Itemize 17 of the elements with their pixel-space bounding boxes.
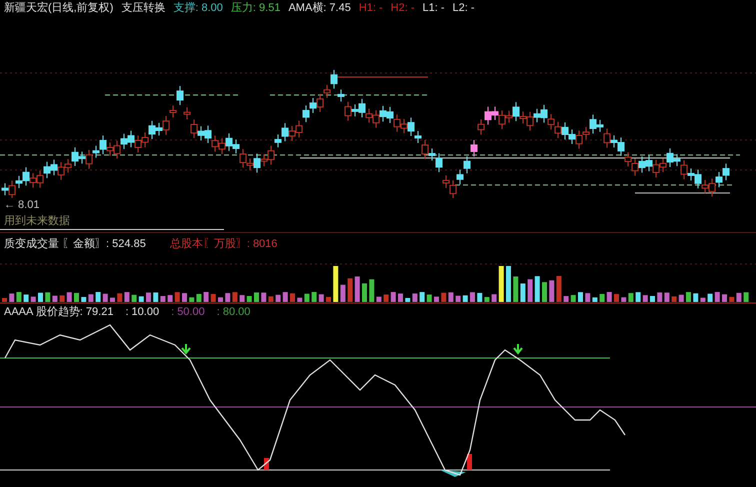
share-capital-label: 总股本〖万股〗: 8016 bbox=[170, 237, 278, 252]
indicator-value: H2: - bbox=[390, 1, 414, 16]
indicator-name: 支压转换 bbox=[121, 1, 166, 16]
level-label: : 10.00 bbox=[125, 305, 160, 320]
indicator-label: AAAA 股价趋势: 79.21 bbox=[4, 304, 114, 320]
indicator-value: 压力: 9.51 bbox=[230, 1, 280, 16]
price-low-label: ← 8.01 bbox=[4, 198, 40, 213]
warning-text: 用到未来数据 bbox=[4, 214, 70, 228]
level-label: : 50.00 bbox=[171, 305, 205, 320]
indicator-value: L1: - bbox=[422, 1, 445, 16]
indicator-value: H1: - bbox=[358, 1, 383, 16]
chart-title: 新疆天宏(日线,前复权) bbox=[4, 0, 114, 16]
indicator-value: L2: - bbox=[452, 1, 475, 16]
indicator-value: AMA横: 7.45 bbox=[288, 1, 351, 16]
volume-label: 质变成交量 〖金额〗: 524.85 bbox=[4, 236, 146, 252]
level-label: : 80.00 bbox=[216, 305, 250, 320]
indicator-value: 支撑: 8.00 bbox=[173, 1, 223, 16]
